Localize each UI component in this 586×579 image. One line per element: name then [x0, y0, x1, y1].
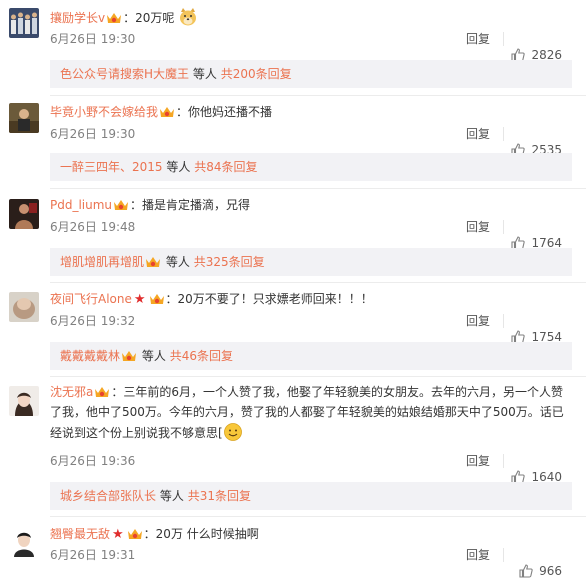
- comment-divider: [50, 516, 586, 517]
- reply-username[interactable]: 一醉三四年、2015: [60, 160, 163, 174]
- username[interactable]: 夜间飞行Alone: [50, 292, 132, 306]
- smile-emoji-icon: [223, 422, 243, 448]
- comment-divider: [50, 376, 586, 377]
- comment-divider: [50, 282, 586, 283]
- like-count: 966: [539, 564, 562, 578]
- username[interactable]: 攘励学长v: [50, 11, 105, 25]
- reply-button[interactable]: 回复: [466, 31, 490, 47]
- avatar[interactable]: [9, 8, 39, 38]
- reply-summary[interactable]: 一醉三四年、2015 等人 共84条回复: [50, 153, 572, 181]
- comment-text: ：三年前的6月，一个人赞了我，他娶了年轻貌美的女朋友。去年的六月，另一个人赞了我…: [50, 385, 564, 440]
- username[interactable]: 沈无邪a: [50, 385, 93, 399]
- reply-count[interactable]: 共84条回复: [194, 160, 257, 174]
- reply-count[interactable]: 共31条回复: [188, 489, 251, 503]
- comment-date: 6月26日 19:32: [50, 314, 136, 328]
- reply-summary[interactable]: 城乡结合部张队长 等人 共31条回复: [50, 482, 572, 510]
- reply-summary[interactable]: 增肌增肌再增肌 等人 共325条回复: [50, 248, 572, 276]
- reply-summary[interactable]: 戴戴戴戴林 等人 共46条回复: [50, 342, 572, 370]
- divider: [503, 220, 504, 234]
- username[interactable]: 翘臀最无敌: [50, 527, 110, 541]
- reply-button[interactable]: 回复: [466, 313, 490, 329]
- reply-summary[interactable]: 色公众号请搜索H大魔王 等人 共200条回复: [50, 60, 572, 88]
- red-star-icon: ★: [133, 292, 146, 307]
- comment-divider: [50, 188, 586, 189]
- comment-text: ：播是肯定播滴，兄得: [130, 198, 251, 212]
- username[interactable]: Pdd_liumu: [50, 198, 112, 212]
- divider: [503, 127, 504, 141]
- like-button[interactable]: 966: [519, 563, 562, 579]
- vip-crown-icon: [114, 200, 129, 210]
- comment-date: 6月26日 19:48: [50, 220, 136, 234]
- doge-emoji-icon: [178, 7, 198, 33]
- reply-mid-text: 等人: [192, 67, 217, 81]
- reply-count[interactable]: 共325条回复: [194, 255, 265, 269]
- reply-mid-text: 等人: [165, 255, 190, 269]
- divider: [503, 32, 504, 46]
- reply-username[interactable]: 色公众号请搜索H大魔王: [60, 67, 189, 81]
- comment-divider: [50, 95, 586, 96]
- vip-crown-icon: [107, 13, 122, 23]
- avatar[interactable]: [9, 527, 39, 557]
- avatar[interactable]: [9, 386, 39, 416]
- divider: [503, 548, 504, 562]
- comment-date: 6月26日 19:30: [50, 127, 136, 141]
- vip-crown-icon: [95, 387, 110, 397]
- avatar[interactable]: [9, 199, 39, 229]
- reply-mid-text: 等人: [141, 349, 166, 363]
- comment-text: ：你他妈还播不播: [176, 105, 273, 119]
- reply-count[interactable]: 共200条回复: [221, 67, 292, 81]
- red-star-icon: ★: [112, 527, 124, 542]
- divider: [503, 314, 504, 328]
- reply-username[interactable]: 戴戴戴戴林: [60, 349, 120, 363]
- vip-crown-icon: [127, 529, 142, 539]
- reply-count[interactable]: 共46条回复: [170, 349, 233, 363]
- comment-date: 6月26日 19:30: [50, 32, 136, 46]
- avatar[interactable]: [9, 103, 39, 133]
- reply-username[interactable]: 增肌增肌再增肌: [60, 255, 144, 269]
- comment-date: 6月26日 19:31: [50, 548, 136, 562]
- reply-button[interactable]: 回复: [466, 547, 490, 563]
- avatar[interactable]: [9, 292, 39, 322]
- reply-button[interactable]: 回复: [466, 126, 490, 142]
- comment-text: ：20万不要了！只求嫖老师回来！！！: [165, 292, 373, 306]
- vip-crown-icon: [146, 257, 161, 267]
- reply-username[interactable]: 城乡结合部张队长: [60, 489, 156, 503]
- divider: [503, 454, 504, 468]
- comment-text: ：20万呢: [123, 11, 175, 25]
- comment-date: 6月26日 19:36: [50, 454, 136, 468]
- reply-mid-text: 等人: [166, 160, 191, 174]
- reply-button[interactable]: 回复: [466, 219, 490, 235]
- vip-crown-icon: [160, 107, 175, 117]
- reply-mid-text: 等人: [159, 489, 184, 503]
- username[interactable]: 毕竟小野不会嫁给我: [50, 105, 158, 119]
- vip-crown-icon: [122, 351, 137, 361]
- comment-text: ：20万 什么时候抽啊: [143, 527, 259, 541]
- vip-crown-icon: [149, 294, 164, 304]
- reply-button[interactable]: 回复: [466, 453, 490, 469]
- thumbs-up-icon: [519, 564, 533, 578]
